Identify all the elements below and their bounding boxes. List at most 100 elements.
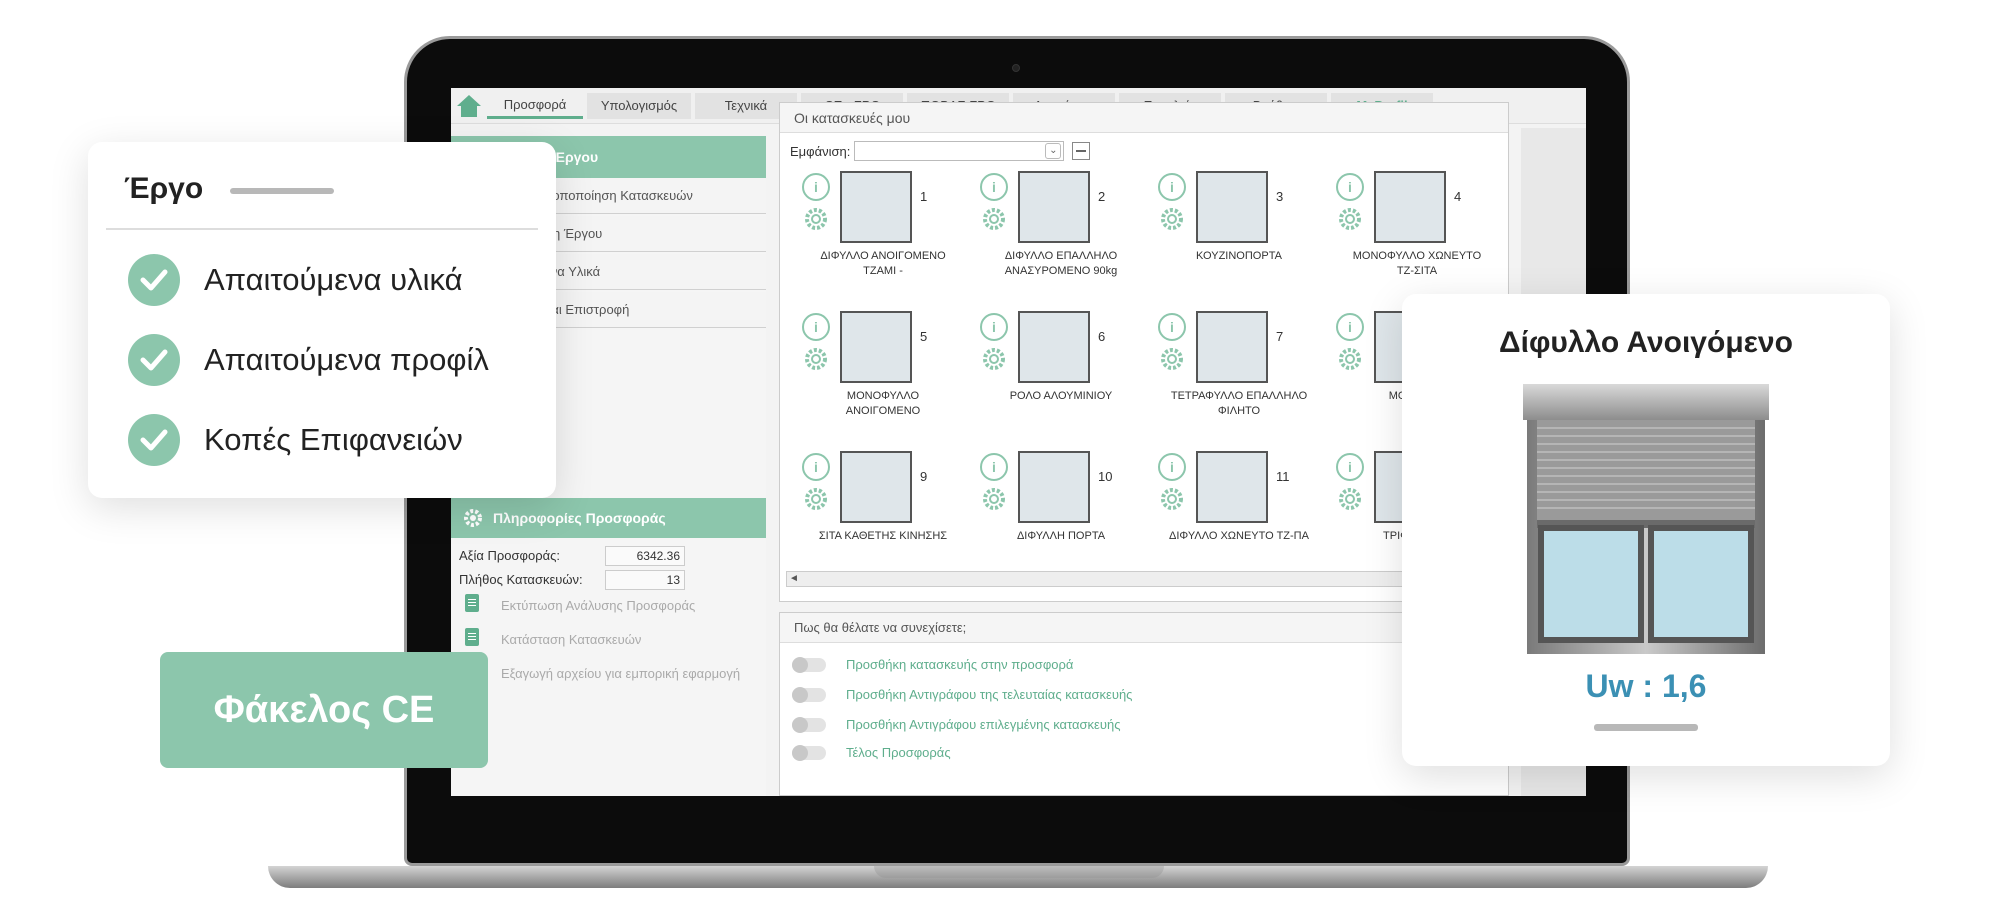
tab-ypologismos[interactable]: Υπολογισμός — [587, 92, 691, 119]
option-label: Τέλος Προσφοράς — [846, 745, 951, 760]
construction-item[interactable]: i 11 ΔΙΦΥΛΛΟ ΧΩΝΕΥΤΟ ΤΖ-ΠΑ — [1150, 449, 1328, 589]
construction-thumbnail — [1018, 311, 1090, 383]
construction-item[interactable]: i 6 ΡΟΛΟ ΑΛΟΥΜΙΝΙΟΥ — [972, 309, 1150, 449]
product-title: Δίφυλλο Ανοιγόμενο — [1499, 326, 1793, 359]
label-line-1: ΔΙΦΥΛΛΟ ΑΝΟΙΓΟΜΕΝΟ — [820, 250, 946, 262]
check-item-label: Απαιτούμενα υλικά — [204, 262, 463, 297]
construction-number: 1 — [920, 189, 928, 204]
construction-label: ΚΟΥΖΙΝΟΠΟΡΤΑ — [1150, 249, 1328, 264]
info-icon[interactable]: i — [1158, 173, 1186, 201]
constructions-panel: Οι κατασκευές μου Εμφάνιση: ⌄ i 1 ΔΙΦΥΛΛΟ … — [779, 102, 1509, 602]
gear-icon[interactable] — [980, 205, 1008, 233]
offer-info-header[interactable]: Πληροφορίες Προσφοράς — [451, 498, 766, 538]
construction-label: ΤΕΤΡΑΦΥΛΛΟ ΕΠΑΛΛΗΛΟ ΦΙΛΗΤΟ — [1150, 389, 1328, 419]
construction-item[interactable]: i 4 ΜΟΝΟΦΥΛΛΟ ΧΩΝΕΥΤΟ ΤΖ-ΣΙΤΑ — [1328, 169, 1506, 309]
label-line-1: ΜΟΝΟΦΥΛΛΟ — [846, 390, 920, 402]
toggle-switch[interactable] — [792, 744, 826, 761]
construction-thumbnail — [840, 311, 912, 383]
uw-value: Uw : 1,6 — [1585, 668, 1707, 704]
label-line-1: ΜΟΝΟΦΥΛΛΟ ΧΩΝΕΥΤΟ — [1352, 250, 1482, 262]
option-end-offer[interactable]: Τέλος Προσφοράς — [792, 744, 951, 761]
info-icon[interactable]: i — [980, 173, 1008, 201]
info-icon[interactable]: i — [1158, 453, 1186, 481]
print-analysis-link[interactable]: Εκτύπωση Ανάλυσης Προσφοράς — [501, 598, 695, 613]
home-icon[interactable] — [455, 93, 483, 119]
info-icon[interactable]: i — [802, 313, 830, 341]
divider — [106, 228, 538, 230]
construction-number: 4 — [1454, 189, 1462, 204]
camera — [1012, 64, 1020, 72]
gear-icon[interactable] — [1336, 205, 1364, 233]
toggle-switch[interactable] — [792, 716, 826, 733]
construction-number: 6 — [1098, 329, 1106, 344]
project-card: Έργο Απαιτούμενα υλικά Απαιτούμενα προφί… — [88, 142, 556, 498]
label-line-1: ΣΙΤΑ ΚΑΘΕΤΗΣ ΚΙΝΗΣΗΣ — [818, 530, 948, 542]
offer-value-label: Αξία Προσφοράς: — [459, 548, 560, 563]
check-icon — [128, 254, 180, 306]
check-item-label: Κοπές Επιφανειών — [204, 422, 463, 457]
construction-item[interactable]: i 2 ΔΙΦΥΛΛΟ ΕΠΑΛΛΗΛΟ ΑΝΑΣΥΡΟΜΕΝΟ 90kg — [972, 169, 1150, 309]
construction-item[interactable]: i 5 ΜΟΝΟΦΥΛΛΟ ΑΝΟΙΓΟΜΕΝΟ — [794, 309, 972, 449]
info-icon[interactable]: i — [980, 453, 1008, 481]
construction-thumbnail — [1196, 451, 1268, 523]
item-actions: i — [802, 453, 832, 513]
gear-icon[interactable] — [1158, 345, 1186, 373]
info-icon[interactable]: i — [1336, 313, 1364, 341]
construction-label: ΔΙΦΥΛΛΗ ΠΟΡΤΑ — [972, 529, 1150, 544]
tab-prosfora[interactable]: Προσφορά — [487, 92, 583, 119]
check-icon — [128, 414, 180, 466]
option-add-construction[interactable]: Προσθήκη κατασκευής στην προσφορά — [792, 656, 1073, 673]
gear-icon[interactable] — [980, 485, 1008, 513]
info-icon[interactable]: i — [1336, 453, 1364, 481]
label-line-2: ΤΖ-ΣΙΤΑ — [1396, 265, 1438, 277]
double-window-image — [1523, 384, 1769, 654]
gear-icon[interactable] — [1158, 485, 1186, 513]
info-icon[interactable]: i — [802, 173, 830, 201]
collapse-button[interactable] — [1072, 142, 1091, 160]
continue-title: Πως θα θέλατε να συνεχίσετε; — [780, 613, 1508, 643]
info-icon[interactable]: i — [802, 453, 830, 481]
label-line-2: ΑΝΟΙΓΟΜΕΝΟ — [845, 405, 921, 417]
gear-icon[interactable] — [1336, 345, 1364, 373]
check-item-materials: Απαιτούμενα υλικά — [128, 254, 463, 306]
uw-underline — [1594, 724, 1698, 731]
toggle-switch[interactable] — [792, 656, 826, 673]
show-filter: Εμφάνιση: ⌄ — [790, 141, 1091, 161]
gear-icon[interactable] — [802, 205, 830, 233]
constructions-status-link[interactable]: Κατάσταση Κατασκευών — [501, 632, 641, 647]
item-actions: i — [1336, 313, 1366, 373]
info-icon[interactable]: i — [1158, 313, 1186, 341]
toggle-switch[interactable] — [792, 686, 826, 703]
construction-number: 10 — [1098, 469, 1113, 484]
option-add-copy-selected[interactable]: Προσθήκη Αντιγράφου επιλεγμένης κατασκευ… — [792, 716, 1120, 733]
show-select[interactable]: ⌄ — [854, 141, 1065, 161]
gear-icon[interactable] — [1336, 485, 1364, 513]
info-icon[interactable]: i — [1336, 173, 1364, 201]
gear-icon[interactable] — [802, 345, 830, 373]
construction-item[interactable]: i 9 ΣΙΤΑ ΚΑΘΕΤΗΣ ΚΙΝΗΣΗΣ — [794, 449, 972, 589]
construction-number: 11 — [1276, 469, 1290, 484]
construction-item[interactable]: i 10 ΔΙΦΥΛΛΗ ΠΟΡΤΑ — [972, 449, 1150, 589]
construction-label: ΔΙΦΥΛΛΟ ΕΠΑΛΛΗΛΟ ΑΝΑΣΥΡΟΜΕΝΟ 90kg — [972, 249, 1150, 279]
construction-item[interactable]: i 1 ΔΙΦΥΛΛΟ ΑΝΟΙΓΟΜΕΝΟ ΤΖΑΜΙ - — [794, 169, 972, 309]
project-card-title: Έργο — [124, 172, 204, 205]
construction-item[interactable]: i 3 ΚΟΥΖΙΝΟΠΟΡΤΑ — [1150, 169, 1328, 309]
check-item-label: Απαιτούμενα προφίλ — [204, 342, 489, 377]
construction-item[interactable]: i 7 ΤΕΤΡΑΦΥΛΛΟ ΕΠΑΛΛΗΛΟ ΦΙΛΗΤΟ — [1150, 309, 1328, 449]
horizontal-scrollbar[interactable] — [786, 571, 1500, 587]
ce-folder-badge[interactable]: Φάκελος CE — [160, 652, 488, 768]
gear-icon[interactable] — [980, 345, 1008, 373]
label-line-1: ΔΙΦΥΛΛΟ ΧΩΝΕΥΤΟ ΤΖ-ΠΑ — [1169, 530, 1309, 542]
label-line-1: ΤΕΤΡΑΦΥΛΛΟ ΕΠΑΛΛΗΛΟ — [1170, 390, 1308, 402]
gear-icon[interactable] — [802, 485, 830, 513]
gear-icon[interactable] — [1158, 205, 1186, 233]
label-line-1: ΔΙΦΥΛΛΟ ΕΠΑΛΛΗΛΟ — [1004, 250, 1118, 262]
option-label: Προσθήκη Αντιγράφου της τελευταίας κατασ… — [846, 687, 1133, 702]
info-icon[interactable]: i — [980, 313, 1008, 341]
option-add-copy-last[interactable]: Προσθήκη Αντιγράφου της τελευταίας κατασ… — [792, 686, 1133, 703]
label-line-1: ΡΟΛΟ ΑΛΟΥΜΙΝΙΟΥ — [1009, 390, 1113, 402]
export-file-link[interactable]: Εξαγωγή αρχείου για εμπορική εφαρμογή — [501, 666, 740, 681]
item-actions: i — [802, 173, 832, 233]
label-line-1: ΔΙΦΥΛΛΗ ΠΟΡΤΑ — [1016, 530, 1106, 542]
offer-info-title: Πληροφορίες Προσφοράς — [493, 510, 666, 526]
